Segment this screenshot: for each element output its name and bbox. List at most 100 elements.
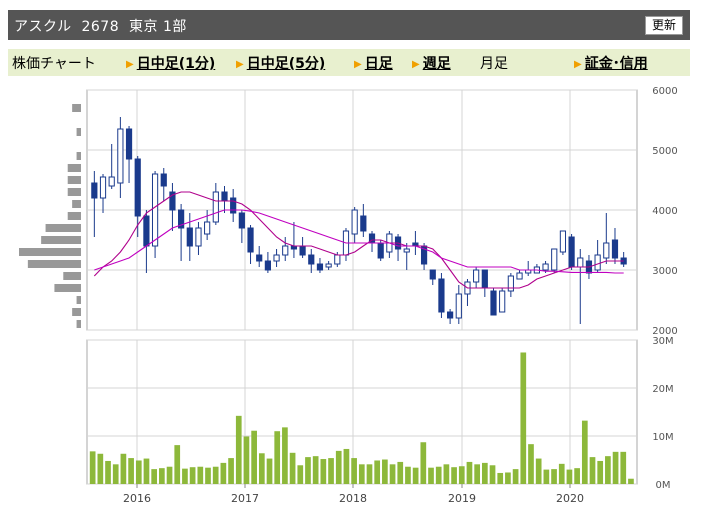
volume-profile-bar [45,224,81,232]
volume-bar [189,467,196,484]
volume-bar [374,460,381,484]
x-tick-label: 2019 [448,492,476,505]
volume-bar [120,453,127,484]
volume-bar [512,469,519,484]
volume-profile-bar [67,188,81,196]
candle-up [551,248,558,271]
volume-profile-bar [67,212,81,220]
x-tick-label: 2016 [123,492,151,505]
volume-bar [558,463,565,484]
volume-bar [143,458,150,484]
volume-tick-label: 10M [652,432,673,443]
volume-bar [243,436,250,484]
volume-bar [543,469,550,484]
volume-profile-bar [76,320,81,328]
candle-down [125,128,133,160]
price-tick-label: 4000 [652,206,677,217]
candle-down [490,290,497,316]
volume-bar [351,458,357,484]
volume-profile-bar [72,200,81,208]
volume-bar [258,453,265,484]
volume-bar [197,466,204,484]
volume-bar [535,458,542,484]
candle-down [160,173,167,187]
volume-bar [458,466,465,484]
volume-bar [166,466,173,484]
candle-up [282,245,289,256]
volume-bar [97,453,104,484]
candle-down [247,227,254,253]
volume-profile-bar [41,236,81,244]
volume-profile-bar [76,152,81,160]
volume-bar [481,462,488,484]
volume-bar [128,458,134,484]
volume-bar [289,452,296,484]
volume-bar [174,445,181,484]
volume-bar [489,465,496,484]
candle-down [143,215,150,247]
price-tick-label: 5000 [652,146,677,157]
volume-tick-label: 30M [652,336,673,347]
price-tick-label: 6000 [652,86,677,97]
volume-profile-bar [27,260,81,268]
volume-bar [420,442,427,484]
volume-bar [220,462,227,484]
volume-profile-bar [76,296,81,304]
candle-up [151,173,159,247]
volume-bar [428,467,434,484]
volume-bar [474,464,480,484]
volume-bar [235,415,242,484]
volume-bar [105,460,111,484]
candle-up [577,257,584,268]
volume-bar [312,456,319,484]
volume-bar [520,352,527,484]
volume-bar [89,451,96,484]
candle-down [221,191,228,202]
volume-tick-label: 0M [656,480,671,491]
volume-bar [205,467,211,484]
candle-down [429,269,436,280]
price-tick-label: 3000 [652,266,677,277]
volume-tick-label: 20M [652,384,673,395]
candle-up [542,263,549,271]
volume-bar [628,478,634,484]
candle-up [455,293,462,319]
candle-down [134,158,141,217]
volume-bar [335,450,342,484]
volume-bar [320,459,327,484]
volume-bar [297,465,304,484]
volume-bar [435,466,442,484]
candle-down [299,245,306,256]
candle-up [204,221,211,235]
candle-down [238,212,245,229]
volume-bar [612,451,619,484]
volume-bar [389,464,396,484]
candle-down [360,215,367,232]
candle-up [499,290,506,313]
volume-bar [620,451,627,484]
candle-up [195,227,202,247]
candle-up [559,230,567,253]
candle-up [473,269,480,283]
candle-up [507,275,514,292]
volume-bar [274,431,281,484]
volume-profile-bar [72,104,81,112]
volume-bar [343,448,350,484]
volume-bar [497,472,504,484]
volume-profile-bar [63,272,81,280]
candle-down [316,263,324,271]
candle-up [117,128,124,184]
volume-bar [228,458,234,484]
x-tick-label: 2018 [339,492,367,505]
candle-down [186,227,193,247]
volume-bar [305,457,311,484]
volume-bar [135,460,142,484]
candle-up [99,176,107,199]
volume-bar [382,459,388,484]
volume-bar [358,464,365,484]
candle-down [438,278,445,313]
chart-canvas: 200030004000500060000M10M20M30M2016 2017 2… [19,86,678,505]
volume-bar [466,461,473,484]
volume-bar [589,457,596,484]
volume-bar [251,430,257,484]
